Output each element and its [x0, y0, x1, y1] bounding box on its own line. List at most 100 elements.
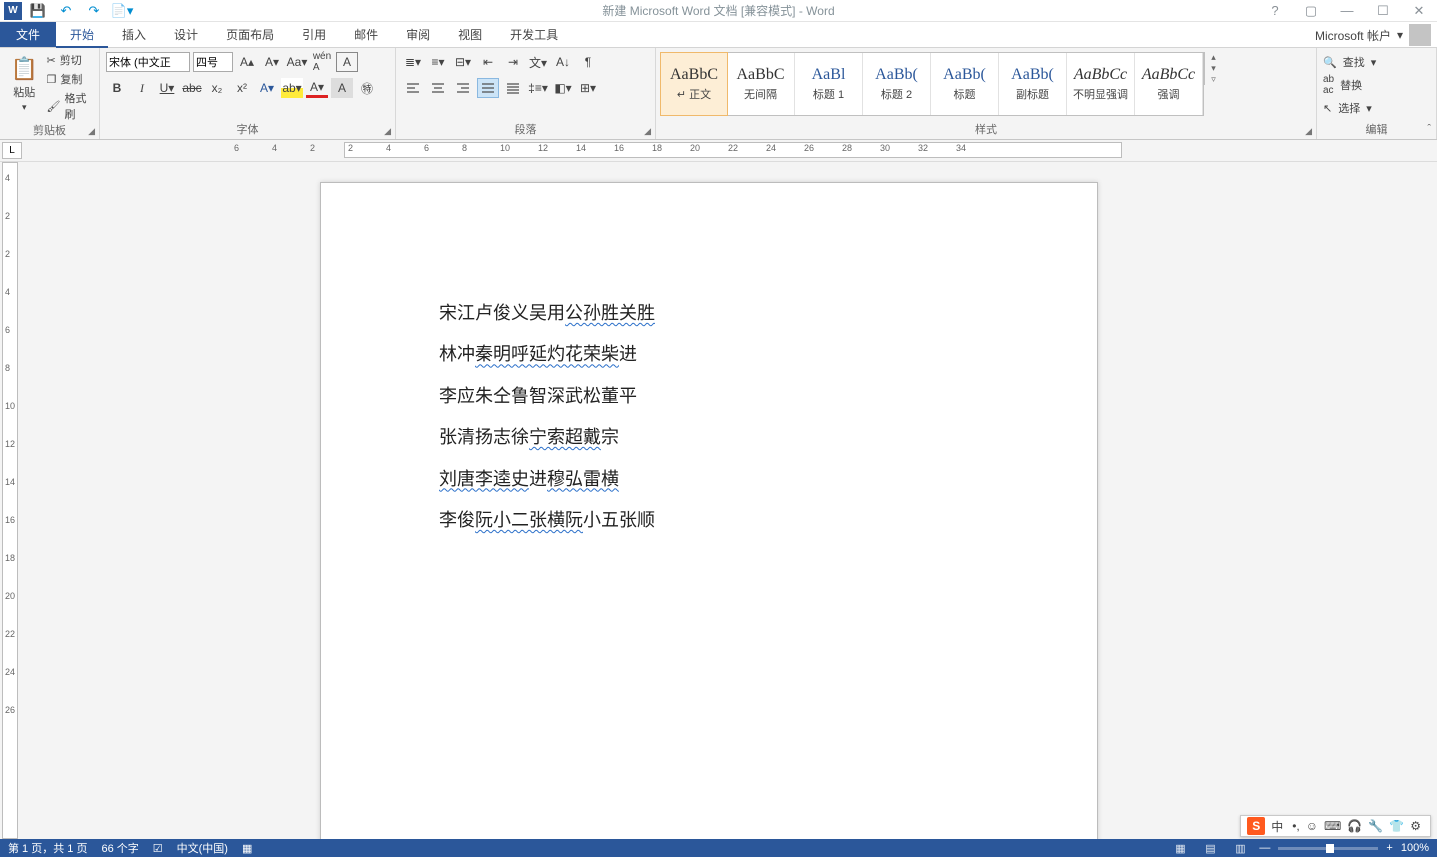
- style-item-0[interactable]: AaBbC↵ 正文: [660, 52, 728, 116]
- change-case-button[interactable]: Aa▾: [286, 52, 308, 72]
- align-right-button[interactable]: [452, 78, 474, 98]
- text-run[interactable]: 穆弘雷横: [547, 469, 619, 489]
- doc-line[interactable]: 林冲秦明呼延灼花荣柴进: [439, 334, 655, 375]
- sort-button[interactable]: A↓: [552, 52, 574, 72]
- doc-line[interactable]: 李应朱仝鲁智深武松董平: [439, 376, 655, 417]
- char-border-button[interactable]: A: [336, 52, 358, 72]
- status-language[interactable]: 中文(中国): [177, 840, 228, 856]
- align-center-button[interactable]: [427, 78, 449, 98]
- replace-button[interactable]: abac替换: [1323, 74, 1362, 96]
- view-print-button[interactable]: ▤: [1199, 841, 1221, 855]
- asian-layout-button[interactable]: 文▾: [527, 52, 549, 72]
- superscript-button[interactable]: x²: [231, 78, 253, 98]
- doc-line[interactable]: 宋江卢俊义吴用公孙胜关胜: [439, 293, 655, 334]
- format-painter-button[interactable]: 🖌格式刷: [47, 90, 94, 122]
- tab-review[interactable]: 审阅: [392, 22, 444, 47]
- char-shading-button[interactable]: A: [331, 78, 353, 98]
- styles-down-button[interactable]: ▾: [1205, 63, 1222, 74]
- tab-references[interactable]: 引用: [288, 22, 340, 47]
- text-run[interactable]: 林冲: [439, 344, 475, 364]
- styles-launcher[interactable]: ◢: [1305, 126, 1312, 137]
- view-read-button[interactable]: ▦: [1169, 841, 1191, 855]
- doc-line[interactable]: 刘唐李逵史进穆弘雷横: [439, 459, 655, 500]
- text-run[interactable]: 进: [529, 469, 547, 489]
- text-run[interactable]: 进: [619, 344, 637, 364]
- page[interactable]: 宋江卢俊义吴用公孙胜关胜林冲秦明呼延灼花荣柴进李应朱仝鲁智深武松董平张清扬志徐宁…: [320, 182, 1098, 839]
- decrease-indent-button[interactable]: ⇤: [477, 52, 499, 72]
- tab-layout[interactable]: 页面布局: [212, 22, 288, 47]
- tab-mailings[interactable]: 邮件: [340, 22, 392, 47]
- increase-indent-button[interactable]: ⇥: [502, 52, 524, 72]
- ribbon-display-button[interactable]: ▢: [1297, 3, 1325, 19]
- borders-button[interactable]: ⊞▾: [577, 78, 599, 98]
- zoom-in-button[interactable]: +: [1386, 842, 1392, 854]
- tab-home[interactable]: 开始: [56, 22, 108, 48]
- ime-item-6[interactable]: ⚙: [1410, 819, 1421, 833]
- highlight-button[interactable]: ab▾: [281, 78, 303, 98]
- styles-more-button[interactable]: ▿: [1205, 74, 1222, 85]
- ime-item-5[interactable]: 👕: [1389, 819, 1404, 833]
- show-marks-button[interactable]: ¶: [577, 52, 599, 72]
- text-run[interactable]: 宁索超戴: [529, 427, 601, 447]
- status-proofing-icon[interactable]: ☑: [153, 842, 163, 855]
- zoom-out-button[interactable]: —: [1259, 842, 1270, 854]
- ime-item-2[interactable]: ⌨: [1324, 819, 1341, 833]
- account-area[interactable]: Microsoft 帐户▾: [1315, 22, 1431, 48]
- tab-design[interactable]: 设计: [160, 22, 212, 47]
- multilevel-button[interactable]: ⊟▾: [452, 52, 474, 72]
- bold-button[interactable]: B: [106, 78, 128, 98]
- font-name-combo[interactable]: 宋体 (中文正: [106, 52, 190, 72]
- ime-item-1[interactable]: ☺: [1306, 819, 1318, 833]
- italic-button[interactable]: I: [131, 78, 153, 98]
- style-item-3[interactable]: AaBb(标题 2: [863, 53, 931, 115]
- ime-toolbar[interactable]: S 中 •,☺⌨🎧🔧👕⚙: [1240, 815, 1431, 837]
- zoom-level[interactable]: 100%: [1401, 842, 1429, 854]
- shading-button[interactable]: ◧▾: [552, 78, 574, 98]
- help-button[interactable]: ?: [1261, 3, 1289, 19]
- cut-button[interactable]: ✂剪切: [47, 52, 94, 68]
- font-color-button[interactable]: A▾: [306, 78, 328, 98]
- text-run[interactable]: 宗: [601, 427, 619, 447]
- doc-line[interactable]: 张清扬志徐宁索超戴宗: [439, 417, 655, 458]
- style-item-1[interactable]: AaBbC无间隔: [727, 53, 795, 115]
- grow-font-button[interactable]: A▴: [236, 52, 258, 72]
- ime-item-4[interactable]: 🔧: [1368, 819, 1383, 833]
- paste-button[interactable]: 📋 粘贴 ▾: [6, 52, 43, 116]
- align-justify-button[interactable]: [477, 78, 499, 98]
- line-spacing-button[interactable]: ‡≡▾: [527, 78, 549, 98]
- tab-file[interactable]: 文件: [0, 22, 56, 47]
- text-run[interactable]: 李俊: [439, 510, 475, 530]
- text-run[interactable]: 张清扬志徐: [439, 427, 529, 447]
- strike-button[interactable]: abc: [181, 78, 203, 98]
- style-item-6[interactable]: AaBbCc不明显强调: [1067, 53, 1135, 115]
- tab-developer[interactable]: 开发工具: [496, 22, 572, 47]
- phonetic-button[interactable]: wénA: [311, 52, 333, 72]
- zoom-slider[interactable]: [1278, 847, 1378, 850]
- select-button[interactable]: ↖选择 ▾: [1323, 100, 1372, 116]
- status-word-count[interactable]: 66 个字: [101, 840, 138, 856]
- doc-line[interactable]: 李俊阮小二张横阮小五张顺: [439, 500, 655, 541]
- style-item-5[interactable]: AaBb(副标题: [999, 53, 1067, 115]
- shrink-font-button[interactable]: A▾: [261, 52, 283, 72]
- qat-save-button[interactable]: 💾: [26, 0, 50, 22]
- status-macro-icon[interactable]: ▦: [242, 842, 252, 855]
- tab-insert[interactable]: 插入: [108, 22, 160, 47]
- clipboard-launcher[interactable]: ◢: [88, 126, 95, 137]
- text-run[interactable]: 秦明呼延灼花荣柴: [475, 344, 619, 364]
- find-button[interactable]: 🔍查找 ▾: [1323, 54, 1376, 70]
- font-size-combo[interactable]: 四号: [193, 52, 233, 72]
- document-content[interactable]: 宋江卢俊义吴用公孙胜关胜林冲秦明呼延灼花荣柴进李应朱仝鲁智深武松董平张清扬志徐宁…: [439, 293, 655, 541]
- text-run[interactable]: 阮小二张横阮: [475, 510, 583, 530]
- maximize-button[interactable]: ☐: [1369, 3, 1397, 19]
- text-run[interactable]: 李应朱仝鲁智深武松董平: [439, 386, 637, 406]
- align-left-button[interactable]: [402, 78, 424, 98]
- text-run[interactable]: 公孙胜关胜: [565, 303, 655, 323]
- ime-lang-button[interactable]: 中: [1271, 818, 1283, 835]
- underline-button[interactable]: U▾: [156, 78, 178, 98]
- style-item-2[interactable]: AaBl标题 1: [795, 53, 863, 115]
- style-item-7[interactable]: AaBbCc强调: [1135, 53, 1203, 115]
- close-button[interactable]: ✕: [1405, 3, 1433, 19]
- ime-item-0[interactable]: •,: [1292, 819, 1300, 833]
- qat-customize-button[interactable]: 📄▾: [110, 0, 134, 22]
- copy-button[interactable]: ❐复制: [47, 71, 94, 87]
